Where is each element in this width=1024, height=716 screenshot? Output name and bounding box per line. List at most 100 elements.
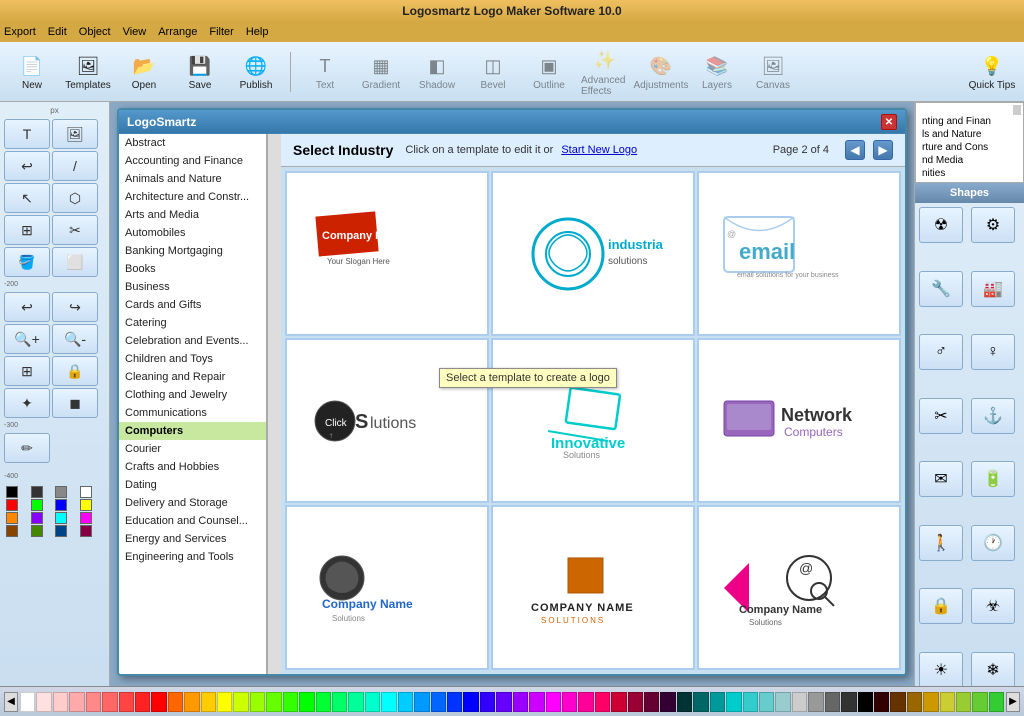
color-swatch[interactable] <box>69 692 84 712</box>
category-item[interactable]: Books <box>119 260 266 278</box>
color-swatch[interactable] <box>677 692 692 712</box>
lock-tool[interactable]: 🔒 <box>52 356 98 386</box>
color-red[interactable] <box>6 499 18 511</box>
shape-gear[interactable]: ⚙ <box>971 207 1015 243</box>
category-item[interactable]: Courier <box>119 440 266 458</box>
shape-radiation[interactable]: ☢ <box>919 207 963 243</box>
color-blue[interactable] <box>55 499 67 511</box>
color-swatch[interactable] <box>151 692 166 712</box>
color-swatch[interactable] <box>398 692 413 712</box>
color-magenta[interactable] <box>80 512 92 524</box>
color-swatch[interactable] <box>660 692 675 712</box>
start-new-logo-link[interactable]: Start New Logo <box>561 144 637 156</box>
color-swatch[interactable] <box>874 692 889 712</box>
color-swatch[interactable] <box>693 692 708 712</box>
color-swatch[interactable] <box>775 692 790 712</box>
menu-arrange[interactable]: Arrange <box>158 26 197 38</box>
color-swatch[interactable] <box>332 692 347 712</box>
menu-help[interactable]: Help <box>246 26 269 38</box>
bevel-button[interactable]: ◫ Bevel <box>469 52 517 91</box>
color-swatch[interactable] <box>808 692 823 712</box>
color-swatch[interactable] <box>20 692 35 712</box>
image-tool[interactable]: 🖼 <box>52 119 98 149</box>
color-swatch[interactable] <box>562 692 577 712</box>
color-swatch[interactable] <box>299 692 314 712</box>
color-swatch[interactable] <box>250 692 265 712</box>
zoom-in-tool[interactable]: 🔍+ <box>4 324 50 354</box>
color-swatch[interactable] <box>546 692 561 712</box>
text-button[interactable]: T Text <box>301 52 349 91</box>
color-swatch[interactable] <box>119 692 134 712</box>
shape-male[interactable]: ♂ <box>919 334 963 370</box>
category-item[interactable]: Communications <box>119 404 266 422</box>
color-swatch[interactable] <box>480 692 495 712</box>
category-item[interactable]: Abstract <box>119 134 266 152</box>
color-swatch[interactable] <box>907 692 922 712</box>
category-item[interactable]: Banking Mortgaging <box>119 242 266 260</box>
shape-scissors[interactable]: ✂ <box>919 398 963 434</box>
menu-view[interactable]: View <box>123 26 147 38</box>
template-7[interactable]: Company Name Solutions <box>285 505 489 670</box>
menu-object[interactable]: Object <box>79 26 111 38</box>
shape-battery[interactable]: 🔋 <box>971 461 1015 497</box>
color-swatch[interactable] <box>496 692 511 712</box>
color-swatch[interactable] <box>989 692 1004 712</box>
shape-lock[interactable]: 🔒 <box>919 588 963 624</box>
color-swatch[interactable] <box>890 692 905 712</box>
fill-tool[interactable]: 🪣 <box>4 247 50 277</box>
shadow-button[interactable]: ◧ Shadow <box>413 52 461 91</box>
color-brown[interactable] <box>6 525 18 537</box>
color-swatch[interactable] <box>217 692 232 712</box>
color-olive[interactable] <box>31 525 43 537</box>
shape-tool2[interactable]: ◼ <box>52 388 98 418</box>
menu-edit[interactable]: Edit <box>48 26 67 38</box>
template-2[interactable]: industria solutions <box>491 171 695 336</box>
shape-clock[interactable]: 🕐 <box>971 525 1015 561</box>
shape-person[interactable]: 🚶 <box>919 525 963 561</box>
layers-button[interactable]: 📚 Layers <box>693 52 741 91</box>
category-item[interactable]: Dating <box>119 476 266 494</box>
category-item[interactable]: Business <box>119 278 266 296</box>
color-cyan[interactable] <box>55 512 67 524</box>
open-button[interactable]: 📂 Open <box>120 52 168 91</box>
category-item[interactable]: Education and Counsel... <box>119 512 266 530</box>
category-item[interactable]: Children and Toys <box>119 350 266 368</box>
color-swatch[interactable] <box>431 692 446 712</box>
quick-tips-button[interactable]: 💡 Quick Tips <box>968 52 1016 91</box>
menu-export[interactable]: Export <box>4 26 36 38</box>
pencil-tool[interactable]: ✏ <box>4 433 50 463</box>
canvas-button[interactable]: 🖼 Canvas <box>749 52 797 91</box>
undo-tool[interactable]: ↩ <box>4 151 50 181</box>
color-swatch[interactable] <box>135 692 150 712</box>
category-item[interactable]: Architecture and Constr... <box>119 188 266 206</box>
color-swatch[interactable] <box>923 692 938 712</box>
color-black[interactable] <box>6 486 18 498</box>
color-swatch[interactable] <box>792 692 807 712</box>
color-swatch[interactable] <box>233 692 248 712</box>
adjustments-button[interactable]: 🎨 Adjustments <box>637 52 685 91</box>
category-item[interactable]: Crafts and Hobbies <box>119 458 266 476</box>
shape-biohazard[interactable]: ☣ <box>971 588 1015 624</box>
color-orange[interactable] <box>6 512 18 524</box>
color-swatch[interactable] <box>595 692 610 712</box>
color-swatch[interactable] <box>710 692 725 712</box>
color-swatch[interactable] <box>201 692 216 712</box>
color-swatch[interactable] <box>168 692 183 712</box>
color-swatch[interactable] <box>365 692 380 712</box>
color-swatch[interactable] <box>726 692 741 712</box>
color-white[interactable] <box>80 486 92 498</box>
category-item[interactable]: Catering <box>119 314 266 332</box>
prev-page-button[interactable]: ◀ <box>845 140 865 160</box>
category-list[interactable]: AbstractAccounting and FinanceAnimals an… <box>119 134 267 674</box>
text-tool[interactable]: T <box>4 119 50 149</box>
template-8[interactable]: COMPANY NAME SOLUTIONS <box>491 505 695 670</box>
color-swatch[interactable] <box>858 692 873 712</box>
color-purple[interactable] <box>31 512 43 524</box>
shape-female[interactable]: ♀ <box>971 334 1015 370</box>
transform-tool[interactable]: ⊞ <box>4 215 50 245</box>
category-item[interactable]: Animals and Nature <box>119 170 266 188</box>
template-1[interactable]: Company Name Your Slogan Here <box>285 171 489 336</box>
color-swatch[interactable] <box>628 692 643 712</box>
category-item[interactable]: Cleaning and Repair <box>119 368 266 386</box>
publish-button[interactable]: 🌐 Publish <box>232 52 280 91</box>
